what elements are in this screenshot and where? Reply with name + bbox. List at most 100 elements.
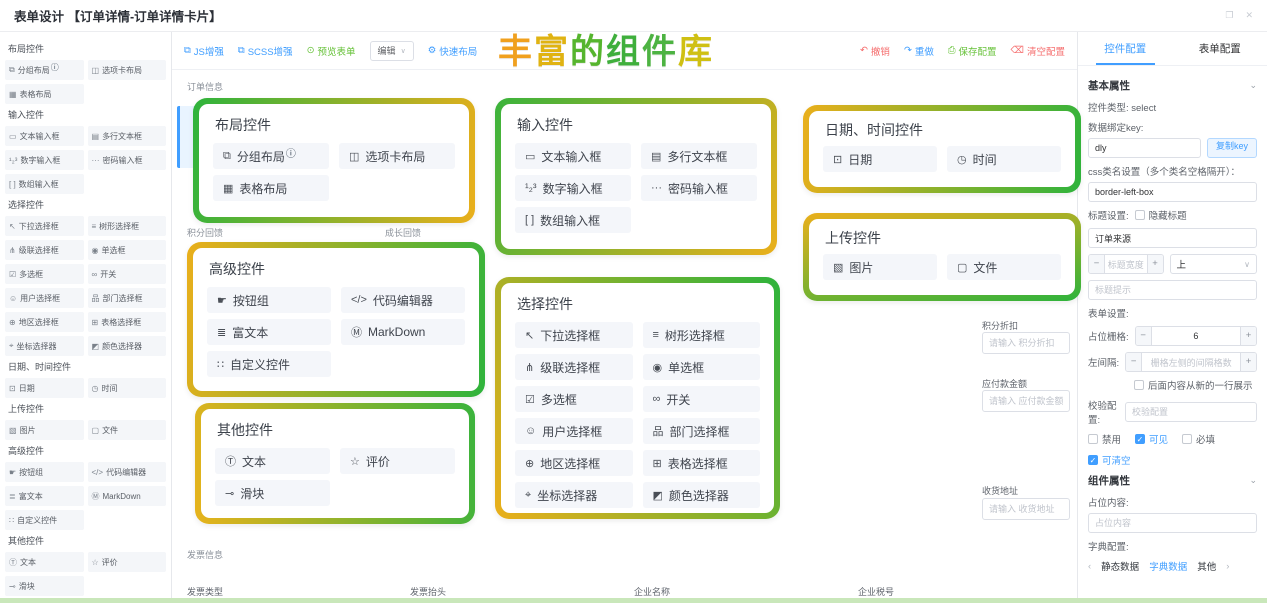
plus-icon[interactable]: +	[1147, 255, 1163, 273]
callout-item[interactable]: ≣富文本	[207, 319, 331, 345]
arrow-left-icon[interactable]: ‹	[1088, 561, 1091, 572]
callout-item[interactable]: ⊸滑块	[215, 480, 330, 506]
disabled-checkbox[interactable]: 禁用	[1088, 432, 1121, 446]
section-basic-props[interactable]: 基本属性⌄	[1088, 78, 1257, 93]
label-position-select[interactable]: 上 ∨	[1170, 254, 1258, 274]
callout-item[interactable]: ⧉分组布局ⓘ	[213, 143, 329, 169]
tab-form-config[interactable]: 表单配置	[1173, 32, 1267, 65]
palette-item[interactable]: ∞开关	[88, 264, 167, 284]
title-tip-input[interactable]	[1088, 280, 1257, 300]
palette-item[interactable]: </>代码编辑器	[88, 462, 167, 482]
callout-item[interactable]: ◫选项卡布局	[339, 143, 455, 169]
palette-item[interactable]: ⓂMarkDown	[88, 486, 167, 506]
palette-item[interactable]: ⋔级联选择框	[5, 240, 84, 260]
js-enhance-button[interactable]: ⧉JS增强	[184, 44, 224, 58]
dict-tab-static[interactable]: 静态数据	[1101, 559, 1139, 573]
arrow-right-icon[interactable]: ›	[1226, 561, 1229, 572]
plus-icon[interactable]: +	[1240, 353, 1256, 371]
callout-item[interactable]: ▭文本输入框	[515, 143, 631, 169]
bind-key-input[interactable]	[1088, 138, 1201, 158]
palette-item[interactable]: ▢文件	[88, 420, 167, 440]
minus-icon[interactable]: −	[1126, 353, 1142, 371]
palette-item[interactable]: ▤多行文本框	[88, 126, 167, 146]
section-component-props[interactable]: 组件属性⌄	[1088, 473, 1257, 488]
preview-form-button[interactable]: ⊙预览表单	[307, 44, 356, 58]
palette-item[interactable]: ∷自定义控件	[5, 510, 84, 530]
palette-item[interactable]: ☺用户选择框	[5, 288, 84, 308]
palette-item[interactable]: Ⓣ文本	[5, 552, 84, 572]
callout-item[interactable]: ≡树形选择框	[643, 322, 761, 348]
palette-item[interactable]: ▧图片	[5, 420, 84, 440]
grid-span-stepper[interactable]: − 6 +	[1135, 326, 1257, 346]
palette-item[interactable]: ◩颜色选择器	[88, 336, 167, 356]
palette-item[interactable]: ⊸滑块	[5, 576, 84, 596]
palette-item[interactable]: ···密码输入框	[88, 150, 167, 170]
callout-item[interactable]: ☑多选框	[515, 386, 633, 412]
callout-item[interactable]: 品部门选择框	[643, 418, 761, 444]
save-config-button[interactable]: ⎙保存配置	[948, 44, 997, 58]
palette-item[interactable]: ⧉分组布局ⓘ	[5, 60, 84, 80]
palette-item[interactable]: ¹₂³数字输入框	[5, 150, 84, 170]
palette-item[interactable]: ≡树形选择框	[88, 216, 167, 236]
redo-button[interactable]: ↷重做	[904, 44, 934, 58]
callout-item[interactable]: </>代码编辑器	[341, 287, 465, 313]
newline-checkbox[interactable]: 后面内容从新的一行展示	[1088, 378, 1257, 392]
palette-item[interactable]: ≣富文本	[5, 486, 84, 506]
callout-item[interactable]: [ ]数组输入框	[515, 207, 631, 233]
callout-item[interactable]: ▢文件	[947, 254, 1061, 280]
callout-item[interactable]: ☛按钮组	[207, 287, 331, 313]
css-class-input[interactable]	[1088, 182, 1257, 202]
callout-item[interactable]: ⊞表格选择框	[643, 450, 761, 476]
callout-item[interactable]: ¹₂³数字输入框	[515, 175, 631, 201]
palette-item[interactable]: ☆评价	[88, 552, 167, 572]
close-icon[interactable]: ✕	[1245, 10, 1253, 21]
callout-item[interactable]: ☺用户选择框	[515, 418, 633, 444]
payable-amount-input[interactable]	[982, 390, 1070, 412]
placeholder-input[interactable]	[1088, 513, 1257, 533]
palette-item[interactable]: ◉单选框	[88, 240, 167, 260]
callout-item[interactable]: ◷时间	[947, 146, 1061, 172]
callout-item[interactable]: ⊕地区选择框	[515, 450, 633, 476]
scss-enhance-button[interactable]: ⧉SCSS增强	[238, 44, 293, 58]
clear-config-button[interactable]: ⌫清空配置	[1011, 44, 1065, 58]
left-gap-stepper[interactable]: − 栅格左侧的间隔格数 +	[1125, 352, 1257, 372]
callout-item[interactable]: ⓂMarkDown	[341, 319, 465, 345]
undo-button[interactable]: ↶撤销	[860, 44, 890, 58]
palette-item[interactable]: ☛按钮组	[5, 462, 84, 482]
callout-item[interactable]: ◩颜色选择器	[643, 482, 761, 508]
palette-item[interactable]: ⊕地区选择框	[5, 312, 84, 332]
palette-item[interactable]: ☑多选框	[5, 264, 84, 284]
palette-item[interactable]: ⊞表格选择框	[88, 312, 167, 332]
callout-item[interactable]: ···密码输入框	[641, 175, 757, 201]
dict-tab-other[interactable]: 其他	[1197, 559, 1216, 573]
edit-mode-dropdown[interactable]: 编辑∨	[370, 41, 414, 61]
palette-item[interactable]: ⌖坐标选择器	[5, 336, 84, 356]
dict-tab-dictionary[interactable]: 字典数据	[1149, 559, 1187, 573]
visible-checkbox[interactable]: ✓可见	[1135, 432, 1168, 446]
palette-item[interactable]: ↖下拉选择框	[5, 216, 84, 236]
points-discount-input[interactable]	[982, 332, 1070, 354]
title-input[interactable]	[1088, 228, 1257, 248]
plus-icon[interactable]: +	[1240, 327, 1256, 345]
hide-title-checkbox[interactable]: 隐藏标题	[1135, 208, 1187, 222]
callout-item[interactable]: ☆评价	[340, 448, 455, 474]
palette-item[interactable]: ▭文本输入框	[5, 126, 84, 146]
callout-item[interactable]: ∷自定义控件	[207, 351, 331, 377]
callout-item[interactable]: ∞开关	[643, 386, 761, 412]
callout-item[interactable]: ▤多行文本框	[641, 143, 757, 169]
maximize-icon[interactable]: ❐	[1225, 10, 1233, 21]
palette-item[interactable]: 品部门选择框	[88, 288, 167, 308]
minus-icon[interactable]: −	[1136, 327, 1152, 345]
required-checkbox[interactable]: 必填	[1182, 432, 1215, 446]
validate-input[interactable]	[1125, 402, 1257, 422]
clearable-checkbox[interactable]: ✓可清空	[1088, 453, 1257, 467]
shipping-address-input[interactable]	[982, 498, 1070, 520]
callout-item[interactable]: ◉单选框	[643, 354, 761, 380]
minus-icon[interactable]: −	[1089, 255, 1105, 273]
palette-item[interactable]: [ ]数组输入框	[5, 174, 84, 194]
callout-item[interactable]: ⊡日期	[823, 146, 937, 172]
callout-item[interactable]: ⌖坐标选择器	[515, 482, 633, 508]
callout-item[interactable]: ▧图片	[823, 254, 937, 280]
quick-layout-button[interactable]: ⚙快速布局	[428, 44, 478, 58]
tab-control-config[interactable]: 控件配置	[1078, 32, 1173, 65]
